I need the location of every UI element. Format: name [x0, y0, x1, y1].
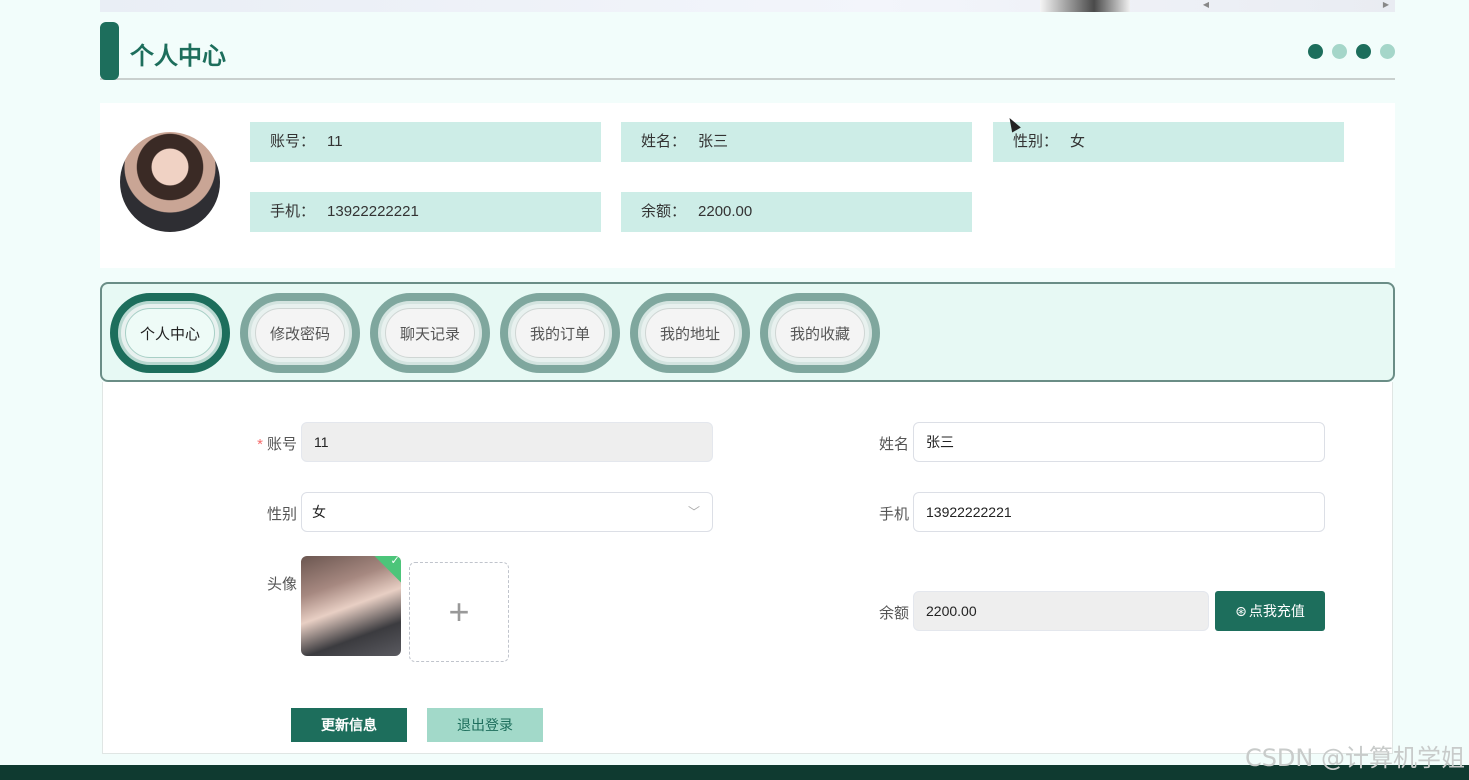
info-gender-label: 性别：	[1013, 133, 1059, 150]
recharge-button[interactable]: ⊛ 点我充值	[1215, 591, 1325, 631]
balance-field-label: 余额	[878, 605, 909, 622]
name-field[interactable]: 张三	[913, 422, 1325, 462]
avatar-field-label: 头像	[266, 576, 297, 593]
decorative-dots	[1308, 44, 1395, 59]
tab-my-orders[interactable]: 我的订单	[500, 293, 620, 373]
gender-select-value: 女	[312, 504, 326, 520]
page-title-bar: 个人中心	[100, 22, 1395, 80]
gender-field-label: 性别	[266, 506, 297, 523]
info-balance-value: 2200.00	[698, 203, 753, 220]
tab-label: 我的地址	[645, 308, 735, 358]
account-field[interactable]: 11	[301, 422, 713, 462]
tab-label: 修改密码	[255, 308, 345, 358]
phone-field[interactable]: 13922222221	[913, 492, 1325, 532]
gender-select[interactable]: 女 ﹀	[301, 492, 713, 532]
recharge-button-label: 点我充值	[1248, 603, 1305, 619]
logout-button[interactable]: 退出登录	[427, 708, 543, 742]
tab-change-password[interactable]: 修改密码	[240, 293, 360, 373]
info-account-label: 账号：	[270, 133, 316, 150]
info-name: 姓名： 张三	[621, 122, 972, 162]
tab-chat-history[interactable]: 聊天记录	[370, 293, 490, 373]
dot-2	[1332, 44, 1347, 59]
info-gender: 性别： 女	[993, 122, 1344, 162]
info-balance: 余额： 2200.00	[621, 192, 972, 232]
avatar-upload-button[interactable]: +	[409, 562, 509, 662]
user-info-panel: 账号： 11 姓名： 张三 性别： 女 手机： 13922222221 余额： 2200.…	[100, 103, 1395, 268]
tab-label: 我的收藏	[775, 308, 865, 358]
dot-4	[1380, 44, 1395, 59]
required-asterisk: *	[257, 436, 263, 453]
tab-my-address[interactable]: 我的地址	[630, 293, 750, 373]
name-field-label: 姓名	[878, 436, 909, 453]
coin-icon: ⊛	[1235, 602, 1247, 619]
dot-3	[1356, 44, 1371, 59]
tab-my-favorites[interactable]: 我的收藏	[760, 293, 880, 373]
page-title: 个人中心	[130, 43, 226, 70]
scroll-left-arrow-icon[interactable]: ◀	[1200, 0, 1212, 10]
info-phone: 手机： 13922222221	[250, 192, 601, 232]
tab-label: 我的订单	[515, 308, 605, 358]
info-gender-value: 女	[1070, 133, 1086, 150]
check-icon: ✓	[390, 556, 400, 567]
top-banner-strip: ◀ ▶	[100, 0, 1395, 12]
tab-label: 聊天记录	[385, 308, 475, 358]
info-account: 账号： 11	[250, 122, 601, 162]
account-field-label: * 账号	[257, 436, 297, 453]
upload-success-badge: ✓	[373, 556, 401, 583]
plus-icon: +	[448, 591, 470, 632]
info-account-value: 11	[327, 133, 343, 150]
info-balance-label: 余额：	[641, 203, 687, 220]
tab-personal-center[interactable]: 个人中心	[110, 293, 230, 373]
watermark: CSDN @计算机学姐	[1244, 744, 1465, 772]
avatar	[120, 132, 220, 232]
info-name-label: 姓名：	[641, 133, 687, 150]
title-marker	[100, 22, 119, 80]
avatar-thumbnail[interactable]: ✓	[301, 556, 401, 656]
profile-form: * 账号 11 姓名 张三 性别 女 ﹀ 手机 13922222221 头像 ✓ …	[102, 382, 1393, 754]
scroll-right-arrow-icon[interactable]: ▶	[1380, 0, 1392, 10]
dot-1	[1308, 44, 1323, 59]
info-name-value: 张三	[698, 133, 729, 150]
center-tab-bar: 个人中心 修改密码 聊天记录 我的订单 我的地址 我的收藏	[100, 282, 1395, 382]
tab-label: 个人中心	[125, 308, 215, 358]
update-info-button[interactable]: 更新信息	[291, 708, 407, 742]
banner-image-fragment	[1040, 0, 1130, 12]
chevron-down-icon: ﹀	[687, 505, 700, 519]
info-phone-label: 手机：	[270, 203, 316, 220]
balance-field[interactable]: 2200.00	[913, 591, 1209, 631]
info-phone-value: 13922222221	[327, 203, 419, 220]
phone-field-label: 手机	[878, 506, 909, 523]
